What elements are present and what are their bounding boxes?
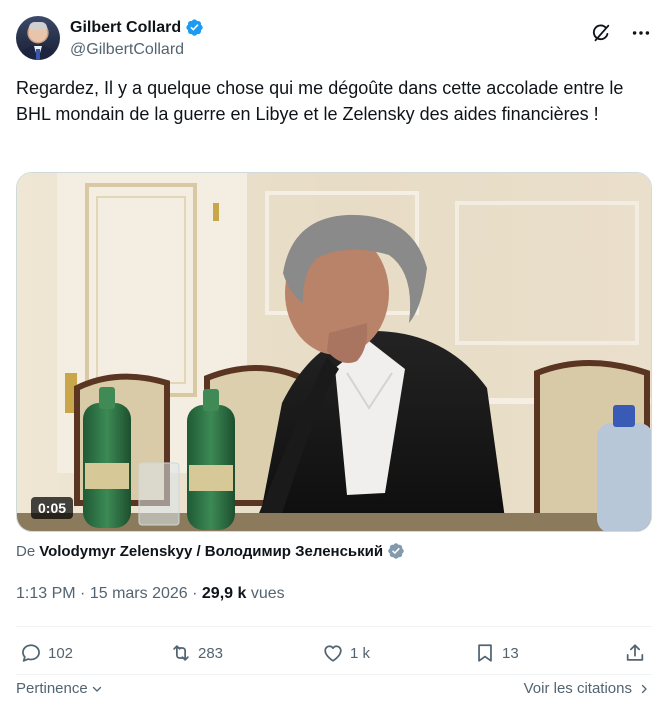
video-attribution: De Volodymyr Zelenskyy / Володимир Зелен… [16, 542, 405, 560]
views-label: vues [250, 585, 285, 602]
more-options-icon[interactable] [630, 22, 652, 44]
repost-icon [173, 645, 189, 661]
reply-icon [22, 644, 40, 662]
view-quotes-link[interactable]: Voir les citations [524, 680, 650, 697]
author-handle[interactable]: @GilbertCollard [70, 41, 184, 59]
avatar-hair [29, 22, 47, 30]
divider-bottom [16, 674, 652, 675]
tweet-meta: 1:13 PM · 15 mars 2026 · 29,9 k vues [16, 585, 285, 603]
repost-button[interactable]: 283 [170, 642, 223, 664]
tweet-text: Regardez, Il y a quelque chose qui me dé… [16, 78, 624, 124]
like-count: 1 k [350, 644, 371, 662]
sort-dropdown[interactable]: Pertinence [16, 680, 103, 697]
meta-separator: · [80, 585, 86, 602]
heart-icon [324, 645, 342, 662]
sort-label: Pertinence [16, 680, 88, 697]
avatar-tie [36, 49, 40, 60]
video-duration: 0:05 [31, 497, 74, 519]
avatar[interactable] [16, 16, 60, 60]
verified-badge-icon[interactable] [185, 18, 204, 37]
meta-separator-2: · [192, 585, 198, 602]
bookmark-count: 13 [502, 644, 519, 662]
divider-top [16, 626, 652, 627]
repost-count: 283 [198, 644, 224, 662]
tweet-actions: 102 283 1 k 13 [16, 636, 656, 672]
attribution-source-link[interactable]: Volodymyr Zelenskyy / Володимир Зеленськ… [39, 543, 383, 560]
reply-button[interactable]: 102 [20, 642, 73, 664]
share-button[interactable] [624, 642, 646, 664]
tweet-date[interactable]: 15 mars 2026 [90, 585, 188, 602]
video-thumbnail [17, 173, 651, 531]
replies-footer: Pertinence Voir les citations [16, 680, 656, 702]
bookmark-icon [478, 644, 492, 662]
author-display-name[interactable]: Gilbert Collard [70, 19, 181, 37]
name-row: Gilbert Collard [70, 18, 204, 37]
bookmark-button[interactable]: 13 [474, 642, 519, 664]
share-icon [626, 644, 644, 661]
tweet-header: Gilbert Collard @GilbertCollard [16, 14, 656, 62]
video-player[interactable]: 0:05 [16, 172, 652, 532]
tweet-time[interactable]: 1:13 PM [16, 585, 76, 602]
chevron-down-icon [92, 686, 101, 692]
attribution-prefix: De [16, 542, 36, 560]
grok-icon[interactable] [590, 22, 612, 44]
views-count: 29,9 k [201, 585, 247, 602]
chevron-right-icon [641, 684, 647, 693]
top-actions [590, 22, 652, 44]
reply-count: 102 [48, 644, 74, 662]
view-quotes-label: Voir les citations [523, 680, 632, 697]
like-button[interactable]: 1 k [322, 642, 370, 664]
gray-verified-badge-icon [388, 543, 404, 559]
